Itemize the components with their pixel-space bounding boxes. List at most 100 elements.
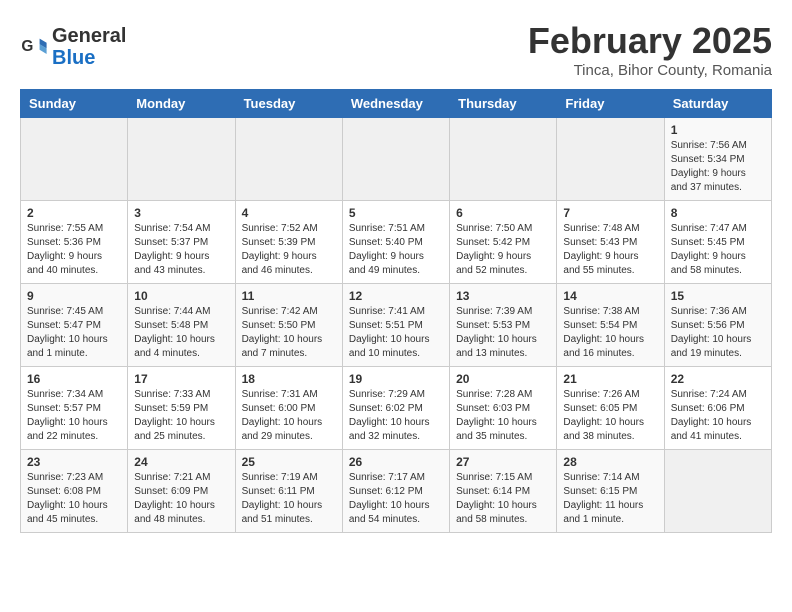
calendar-cell: 19 Sunrise: 7:29 AM Sunset: 6:02 PM Dayli… [342,367,449,450]
calendar-cell [557,118,664,201]
day-number: 12 [349,289,443,303]
day-number: 9 [27,289,121,303]
day-number: 3 [134,206,228,220]
logo: G GeneralBlue [20,25,126,69]
day-number: 27 [456,455,550,469]
day-info: Sunrise: 7:41 AM Sunset: 5:51 PM Dayligh… [349,305,443,361]
calendar-cell: 17 Sunrise: 7:33 AM Sunset: 5:59 PM Dayli… [128,367,235,450]
day-number: 10 [134,289,228,303]
calendar-cell: 13Sunrise: 7:39 AM Sunset: 5:53 PM Dayli… [450,284,557,367]
calendar-cell [21,118,128,201]
day-number: 14 [563,289,657,303]
calendar-week-row: 16 Sunrise: 7:34 AM Sunset: 5:57 PM Dayli… [21,367,772,450]
calendar-cell: 6Sunrise: 7:50 AM Sunset: 5:42 PM Daylig… [450,201,557,284]
calendar-cell: 11 Sunrise: 7:42 AM Sunset: 5:50 PM Dayli… [235,284,342,367]
day-info: Sunrise: 7:54 AM Sunset: 5:37 PM Dayligh… [134,222,228,278]
calendar-cell: 15 Sunrise: 7:36 AM Sunset: 5:56 PM Dayli… [664,284,771,367]
day-number: 13 [456,289,550,303]
day-number: 1 [671,123,765,137]
day-number: 17 [134,372,228,386]
day-info: Sunrise: 7:23 AM Sunset: 6:08 PM Dayligh… [27,471,121,527]
day-number: 24 [134,455,228,469]
logo-text: GeneralBlue [52,25,126,69]
calendar-cell: 21 Sunrise: 7:26 AM Sunset: 6:05 PM Dayli… [557,367,664,450]
calendar-cell: 12 Sunrise: 7:41 AM Sunset: 5:51 PM Dayli… [342,284,449,367]
day-number: 5 [349,206,443,220]
day-info: Sunrise: 7:34 AM Sunset: 5:57 PM Dayligh… [27,388,121,444]
day-number: 11 [242,289,336,303]
day-number: 21 [563,372,657,386]
calendar-cell: 2 Sunrise: 7:55 AM Sunset: 5:36 PM Daylig… [21,201,128,284]
day-number: 28 [563,455,657,469]
calendar-cell: 9Sunrise: 7:45 AM Sunset: 5:47 PM Daylig… [21,284,128,367]
header-monday: Monday [128,90,235,118]
day-info: Sunrise: 7:19 AM Sunset: 6:11 PM Dayligh… [242,471,336,527]
day-info: Sunrise: 7:52 AM Sunset: 5:39 PM Dayligh… [242,222,336,278]
day-number: 18 [242,372,336,386]
calendar-cell: 26 Sunrise: 7:17 AM Sunset: 6:12 PM Dayli… [342,450,449,533]
calendar-cell: 1 Sunrise: 7:56 AM Sunset: 5:34 PM Daylig… [664,118,771,201]
day-info: Sunrise: 7:42 AM Sunset: 5:50 PM Dayligh… [242,305,336,361]
day-number: 25 [242,455,336,469]
day-number: 23 [27,455,121,469]
day-info: Sunrise: 7:55 AM Sunset: 5:36 PM Dayligh… [27,222,121,278]
calendar-cell: 22 Sunrise: 7:24 AM Sunset: 6:06 PM Dayli… [664,367,771,450]
day-number: 20 [456,372,550,386]
day-info: Sunrise: 7:29 AM Sunset: 6:02 PM Dayligh… [349,388,443,444]
day-info: Sunrise: 7:56 AM Sunset: 5:34 PM Dayligh… [671,139,765,195]
day-info: Sunrise: 7:24 AM Sunset: 6:06 PM Dayligh… [671,388,765,444]
title-block: February 2025 Tinca, Bihor County, Roman… [528,20,772,79]
day-info: Sunrise: 7:26 AM Sunset: 6:05 PM Dayligh… [563,388,657,444]
header-friday: Friday [557,90,664,118]
svg-text:G: G [21,38,33,55]
day-number: 16 [27,372,121,386]
day-info: Sunrise: 7:38 AM Sunset: 5:54 PM Dayligh… [563,305,657,361]
calendar-cell: 5 Sunrise: 7:51 AM Sunset: 5:40 PM Daylig… [342,201,449,284]
header-thursday: Thursday [450,90,557,118]
day-number: 2 [27,206,121,220]
calendar-cell [235,118,342,201]
day-number: 26 [349,455,443,469]
calendar-cell: 25 Sunrise: 7:19 AM Sunset: 6:11 PM Dayli… [235,450,342,533]
day-info: Sunrise: 7:17 AM Sunset: 6:12 PM Dayligh… [349,471,443,527]
calendar-table: Sunday Monday Tuesday Wednesday Thursday… [20,89,772,533]
day-info: Sunrise: 7:50 AM Sunset: 5:42 PM Dayligh… [456,222,550,278]
header-sunday: Sunday [21,90,128,118]
calendar-subtitle: Tinca, Bihor County, Romania [528,62,772,79]
calendar-cell [128,118,235,201]
day-info: Sunrise: 7:33 AM Sunset: 5:59 PM Dayligh… [134,388,228,444]
calendar-cell: 24 Sunrise: 7:21 AM Sunset: 6:09 PM Dayli… [128,450,235,533]
calendar-cell: 8 Sunrise: 7:47 AM Sunset: 5:45 PM Daylig… [664,201,771,284]
day-info: Sunrise: 7:47 AM Sunset: 5:45 PM Dayligh… [671,222,765,278]
day-number: 8 [671,206,765,220]
day-info: Sunrise: 7:14 AM Sunset: 6:15 PM Dayligh… [563,471,657,527]
calendar-week-row: 2 Sunrise: 7:55 AM Sunset: 5:36 PM Daylig… [21,201,772,284]
day-info: Sunrise: 7:28 AM Sunset: 6:03 PM Dayligh… [456,388,550,444]
day-info: Sunrise: 7:31 AM Sunset: 6:00 PM Dayligh… [242,388,336,444]
day-number: 4 [242,206,336,220]
calendar-cell: 14 Sunrise: 7:38 AM Sunset: 5:54 PM Dayli… [557,284,664,367]
day-info: Sunrise: 7:36 AM Sunset: 5:56 PM Dayligh… [671,305,765,361]
day-info: Sunrise: 7:51 AM Sunset: 5:40 PM Dayligh… [349,222,443,278]
days-header-row: Sunday Monday Tuesday Wednesday Thursday… [21,90,772,118]
calendar-cell [450,118,557,201]
day-number: 7 [563,206,657,220]
calendar-cell [342,118,449,201]
day-info: Sunrise: 7:48 AM Sunset: 5:43 PM Dayligh… [563,222,657,278]
header-tuesday: Tuesday [235,90,342,118]
day-info: Sunrise: 7:15 AM Sunset: 6:14 PM Dayligh… [456,471,550,527]
header-saturday: Saturday [664,90,771,118]
day-info: Sunrise: 7:21 AM Sunset: 6:09 PM Dayligh… [134,471,228,527]
calendar-cell: 23 Sunrise: 7:23 AM Sunset: 6:08 PM Dayli… [21,450,128,533]
day-info: Sunrise: 7:44 AM Sunset: 5:48 PM Dayligh… [134,305,228,361]
calendar-week-row: 1 Sunrise: 7:56 AM Sunset: 5:34 PM Daylig… [21,118,772,201]
calendar-cell: 18 Sunrise: 7:31 AM Sunset: 6:00 PM Dayli… [235,367,342,450]
header: G GeneralBlue February 2025 Tinca, Bihor… [20,20,772,79]
calendar-cell [664,450,771,533]
day-number: 19 [349,372,443,386]
calendar-cell: 4 Sunrise: 7:52 AM Sunset: 5:39 PM Daylig… [235,201,342,284]
day-number: 15 [671,289,765,303]
calendar-cell: 7 Sunrise: 7:48 AM Sunset: 5:43 PM Daylig… [557,201,664,284]
day-number: 22 [671,372,765,386]
calendar-week-row: 9Sunrise: 7:45 AM Sunset: 5:47 PM Daylig… [21,284,772,367]
